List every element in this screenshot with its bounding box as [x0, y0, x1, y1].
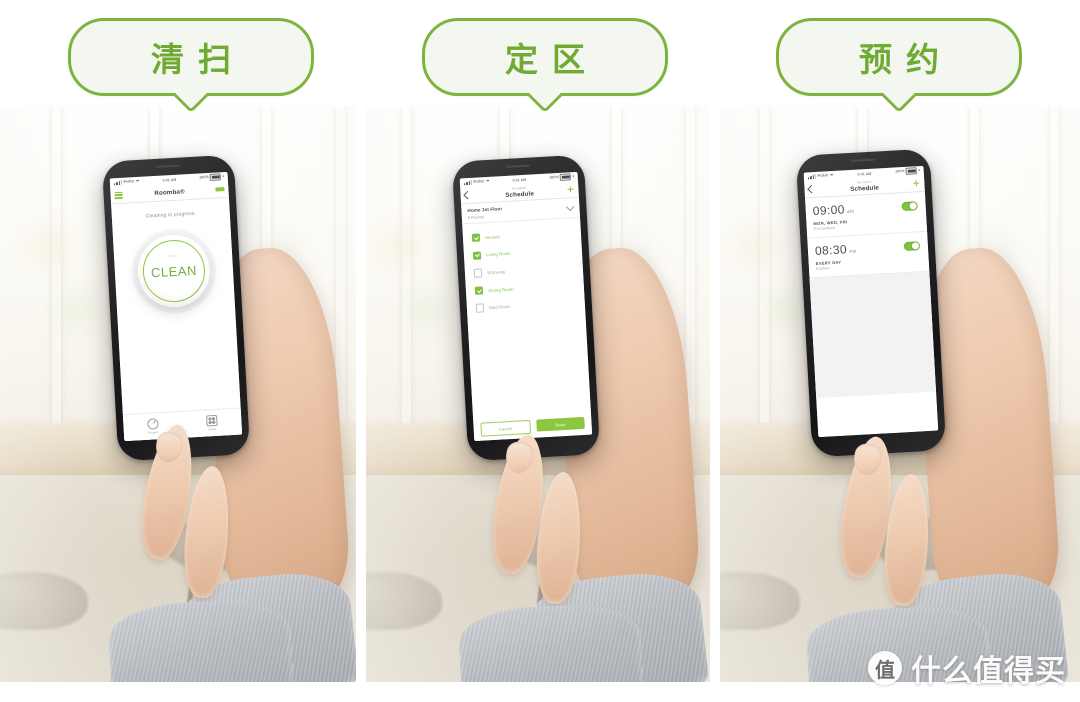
smartphone-schedule: iRobot 9:41 AM 100% Roomba® Schedule 09:… [795, 148, 947, 458]
callout-clean: 清扫 [68, 18, 314, 114]
page-root: iRobot 9:41 AM 100% Roomba® Cleaning in … [0, 0, 1080, 702]
app-title: Roomba® [154, 187, 185, 197]
hamburger-menu-icon [114, 191, 123, 199]
battery-cap-icon [918, 169, 920, 172]
battery-percent: 100% [895, 169, 905, 174]
schedule-list: 09:00 AM MON, WED, FRI Everywhere 08:30 … [805, 191, 939, 438]
battery-icon [906, 167, 918, 175]
clean-button-ring [141, 238, 207, 304]
screen-title: Schedule [850, 183, 880, 193]
status-time: 9:41 AM [162, 177, 177, 183]
callout-zone-label: 定区 [505, 40, 599, 79]
plus-icon [912, 179, 920, 187]
room-label: Kitchen [485, 234, 501, 240]
wifi-icon [136, 180, 140, 184]
callout-schedule-label: 预约 [859, 40, 953, 79]
status-time: 9:41 AM [512, 177, 527, 183]
schedule-entry[interactable]: 08:30 PM EVERY DAY Kitchen [807, 231, 930, 279]
schedule-toggle[interactable] [903, 241, 921, 252]
add-schedule-button[interactable] [566, 181, 575, 197]
battery-icon [210, 173, 222, 181]
menu-button[interactable] [114, 187, 123, 203]
tab-smart-label: Smart [208, 427, 217, 432]
room-checkbox[interactable] [472, 251, 482, 260]
room-label: Living Room [486, 251, 511, 258]
room-label: Mud Room [489, 303, 511, 311]
back-button[interactable] [807, 181, 816, 197]
carrier-label: iRobot [473, 179, 485, 185]
panel-clean: iRobot 9:41 AM 100% Roomba® Cleaning in … [0, 106, 356, 682]
smartphone-clean: iRobot 9:41 AM 100% Roomba® Cleaning in … [101, 154, 251, 462]
cleaning-status-text: Cleaning in progress. [145, 210, 197, 220]
robot-battery-indicator[interactable] [215, 181, 225, 197]
schedule-meridiem: PM [849, 248, 857, 255]
battery-cap-icon [572, 175, 574, 178]
done-button[interactable]: Done [536, 416, 585, 432]
room-label: Dining Room [488, 286, 514, 293]
room-checkbox[interactable] [471, 233, 481, 243]
screen-title: Schedule [505, 189, 535, 199]
app-screen-zone: iRobot 9:41 AM 100% Roomba® Schedule Hom… [459, 171, 593, 442]
wifi-icon [830, 174, 834, 178]
tab-smart[interactable]: Smart [182, 409, 242, 438]
app-screen-schedule: iRobot 9:41 AM 100% Roomba® Schedule 09:… [803, 165, 939, 438]
add-schedule-button[interactable] [912, 175, 921, 191]
clock-icon [147, 417, 159, 430]
tab-presets-label: Presets [148, 430, 159, 435]
schedule-time: 09:00 [812, 202, 846, 219]
carrier-label: iRobot [123, 179, 135, 185]
status-time: 9:41 AM [857, 171, 872, 177]
cancel-button[interactable]: Cancel [480, 419, 532, 437]
signal-icon [463, 180, 472, 185]
smzdm-logo-icon: 值 [868, 651, 902, 685]
clean-screen-body: Cleaning in progress. Press CLEAN Preset… [111, 197, 243, 442]
battery-icon [560, 173, 572, 181]
app-screen-clean: iRobot 9:41 AM 100% Roomba® Cleaning in … [109, 171, 243, 442]
battery-cap-icon [222, 175, 224, 178]
battery-percent: 100% [549, 175, 559, 180]
carrier-label: iRobot [817, 173, 829, 179]
signal-icon [113, 180, 122, 185]
plus-icon [566, 185, 574, 193]
clean-button[interactable]: Press CLEAN [135, 233, 212, 310]
room-list: Kitchen Living Room Entryway Dining Room [462, 217, 593, 442]
watermark-text: 什么值得买 [911, 654, 1066, 689]
wifi-icon [486, 180, 490, 184]
room-checkbox[interactable] [474, 286, 484, 296]
schedule-entry[interactable]: 09:00 AM MON, WED, FRI Everywhere [805, 191, 928, 239]
back-button[interactable] [463, 187, 472, 203]
smartphone-zone: iRobot 9:41 AM 100% Roomba® Schedule Hom… [451, 154, 601, 462]
schedule-time: 08:30 [814, 242, 848, 259]
room-checkbox[interactable] [475, 303, 485, 313]
battery-pill-icon [215, 186, 225, 192]
watermark: 值 什么值得买 [868, 646, 1066, 690]
callout-zone: 定区 [422, 18, 668, 114]
callout-schedule: 预约 [776, 18, 1022, 114]
schedule-toggle[interactable] [901, 201, 918, 212]
panel-zone: iRobot 9:41 AM 100% Roomba® Schedule Hom… [366, 106, 710, 682]
room-checkbox[interactable] [473, 268, 483, 278]
callout-clean-label: 清扫 [151, 40, 245, 79]
schedule-meridiem: AM [846, 208, 855, 215]
room-label: Entryway [487, 269, 506, 276]
empty-schedule-area [809, 271, 937, 399]
grid-icon [206, 414, 218, 427]
panel-schedule: iRobot 9:41 AM 100% Roomba® Schedule 09:… [720, 106, 1080, 682]
signal-icon [807, 174, 816, 179]
battery-percent: 100% [199, 175, 209, 180]
